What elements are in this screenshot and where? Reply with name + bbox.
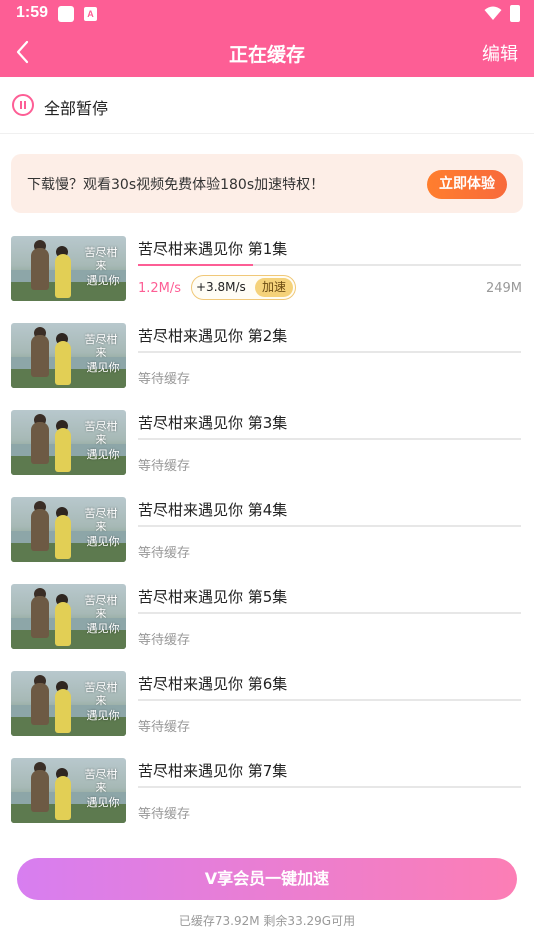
- thumbnail-title-line1: 苦尽柑来: [84, 420, 118, 446]
- episode-thumbnail: 苦尽柑来 遇见你: [11, 497, 126, 562]
- notification-icon: [58, 6, 74, 22]
- file-size: 249M: [485, 281, 522, 296]
- thumbnail-title-line1: 苦尽柑来: [84, 768, 118, 794]
- episode-title: 苦尽柑来遇见你 第6集: [138, 675, 288, 693]
- download-item[interactable]: 苦尽柑来 遇见你 苦尽柑来遇见你 第6集 等待缓存: [0, 671, 534, 758]
- episode-thumbnail: 苦尽柑来 遇见你: [11, 758, 126, 823]
- app-header: 1:59 A 正在缓存 编辑: [0, 0, 534, 77]
- thumbnail-title-line1: 苦尽柑来: [84, 594, 118, 620]
- download-status: 等待缓存: [138, 807, 191, 822]
- page-title: 正在缓存: [228, 44, 305, 66]
- download-item[interactable]: 苦尽柑来 遇见你 苦尽柑来遇见你 第3集 等待缓存: [0, 410, 534, 497]
- app-notification-icon: A: [84, 7, 97, 21]
- progress-fill: [138, 264, 253, 266]
- pause-all-row[interactable]: 全部暂停: [0, 77, 534, 134]
- progress-bar: [138, 351, 521, 353]
- wifi-icon: [484, 6, 502, 20]
- download-item[interactable]: 苦尽柑来 遇见你 苦尽柑来遇见你 第2集 等待缓存: [0, 323, 534, 410]
- boost-pill[interactable]: +3.8M/s 加速: [191, 275, 296, 300]
- vip-boost-button[interactable]: V享会员一键加速: [17, 858, 517, 900]
- download-item[interactable]: 苦尽柑来 遇见你 苦尽柑来遇见你 第4集 等待缓存: [0, 497, 534, 584]
- thumbnail-title-line2: 遇见你: [86, 796, 120, 809]
- download-item[interactable]: 苦尽柑来 遇见你 苦尽柑来遇见你 第5集 等待缓存: [0, 584, 534, 671]
- status-bar: 1:59 A: [0, 0, 534, 28]
- battery-icon: [510, 5, 520, 22]
- thumbnail-title-line1: 苦尽柑来: [84, 681, 118, 707]
- episode-thumbnail: 苦尽柑来 遇见你: [11, 236, 126, 301]
- download-speed: 1.2M/s: [138, 281, 182, 296]
- download-status: 等待缓存: [138, 633, 191, 648]
- episode-title: 苦尽柑来遇见你 第1集: [138, 240, 288, 258]
- progress-bar: [138, 612, 521, 614]
- thumbnail-title-line2: 遇见你: [86, 622, 120, 635]
- episode-title: 苦尽柑来遇见你 第2集: [138, 327, 288, 345]
- download-item[interactable]: 苦尽柑来 遇见你 苦尽柑来遇见你 第1集 1.2M/s +3.8M/s 加速 2…: [0, 236, 534, 323]
- thumbnail-title-line2: 遇见你: [86, 361, 120, 374]
- nav-bar: 正在缓存 编辑: [0, 28, 534, 77]
- episode-thumbnail: 苦尽柑来 遇见你: [11, 410, 126, 475]
- status-time: 1:59: [16, 4, 49, 21]
- progress-bar: [138, 525, 521, 527]
- download-item[interactable]: 苦尽柑来 遇见你 苦尽柑来遇见你 第7集 等待缓存: [0, 758, 534, 845]
- storage-info: 已缓存73.92M 剩余33.29G可用: [178, 914, 356, 928]
- episode-thumbnail: 苦尽柑来 遇见你: [11, 584, 126, 649]
- pause-all-label[interactable]: 全部暂停: [44, 95, 108, 119]
- episode-title: 苦尽柑来遇见你 第3集: [138, 414, 288, 432]
- episode-title: 苦尽柑来遇见你 第5集: [138, 588, 288, 606]
- episode-title: 苦尽柑来遇见你 第4集: [138, 501, 288, 519]
- try-now-button[interactable]: 立即体验: [427, 170, 507, 199]
- download-status: 等待缓存: [138, 720, 191, 735]
- boost-button[interactable]: 加速: [255, 278, 293, 297]
- thumbnail-title-line1: 苦尽柑来: [84, 507, 118, 533]
- promo-text: 下载慢？观看30s视频免费体验180s加速特权！: [27, 177, 325, 193]
- thumbnail-title-line2: 遇见你: [86, 709, 120, 722]
- progress-bar: [138, 438, 521, 440]
- progress-bar: [138, 699, 521, 701]
- boost-speed: +3.8M/s: [196, 280, 246, 294]
- edit-button[interactable]: 编辑: [482, 40, 518, 66]
- download-status: 等待缓存: [138, 546, 191, 561]
- episode-thumbnail: 苦尽柑来 遇见你: [11, 323, 126, 388]
- thumbnail-title-line2: 遇见你: [86, 274, 120, 287]
- progress-bar: [138, 786, 521, 788]
- pause-circle-icon[interactable]: [12, 94, 34, 116]
- thumbnail-title-line2: 遇见你: [86, 535, 120, 548]
- thumbnail-title-line2: 遇见你: [86, 448, 120, 461]
- download-status: 等待缓存: [138, 372, 191, 387]
- thumbnail-title-line1: 苦尽柑来: [84, 246, 118, 272]
- promo-banner: 下载慢？观看30s视频免费体验180s加速特权！ 立即体验: [11, 154, 523, 213]
- progress-bar: [138, 264, 521, 266]
- episode-title: 苦尽柑来遇见你 第7集: [138, 762, 288, 780]
- download-status: 等待缓存: [138, 459, 191, 474]
- episode-thumbnail: 苦尽柑来 遇见你: [11, 671, 126, 736]
- thumbnail-title-line1: 苦尽柑来: [84, 333, 118, 359]
